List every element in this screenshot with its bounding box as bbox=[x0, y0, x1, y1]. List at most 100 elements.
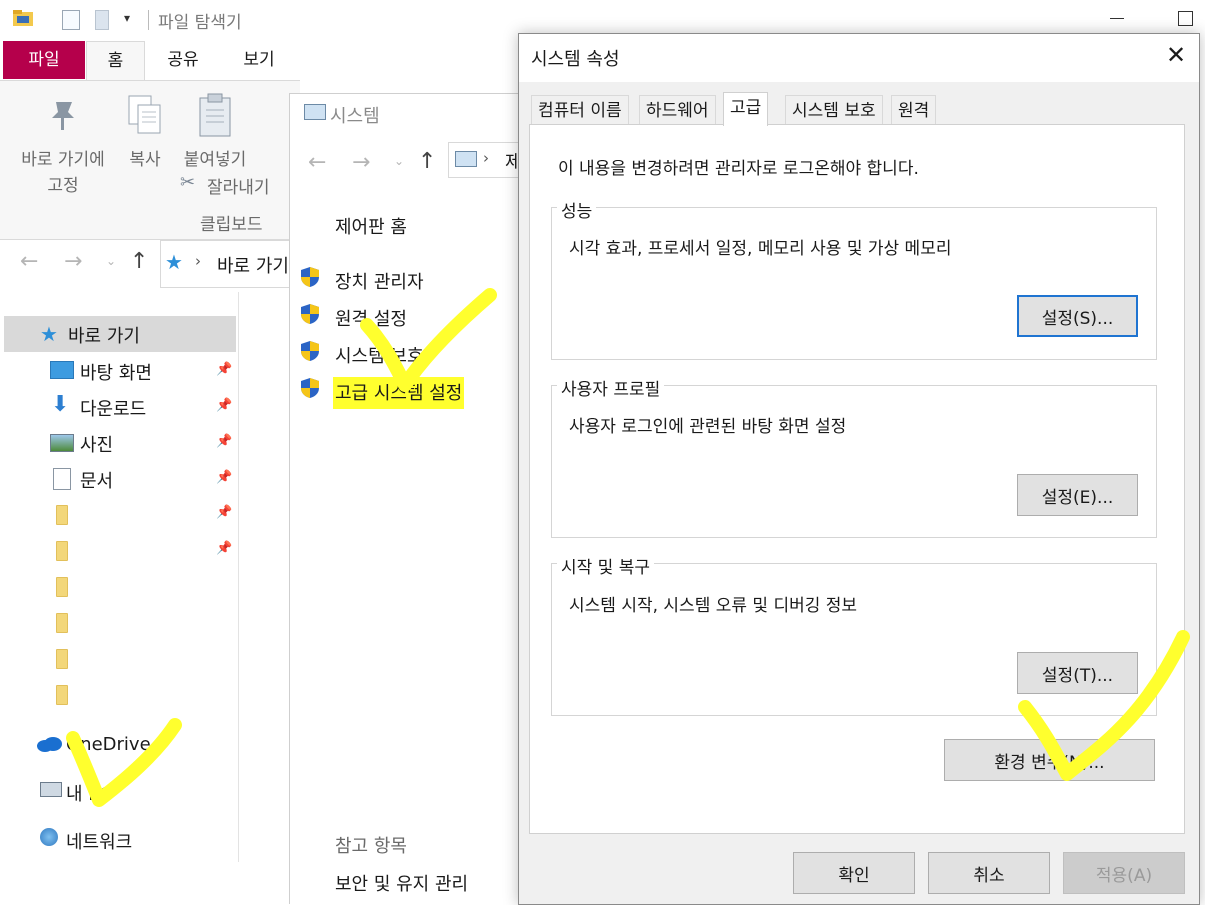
paste-icon bbox=[198, 92, 232, 142]
title-separator bbox=[148, 10, 149, 30]
tree-item-documents[interactable]: 문서 📌 bbox=[48, 464, 236, 494]
quick-access-item[interactable]: ★ 바로 가기 bbox=[4, 316, 236, 352]
uac-shield-icon bbox=[300, 377, 320, 399]
desktop-label: 바탕 화면 bbox=[80, 363, 152, 384]
copy-icon bbox=[127, 94, 163, 140]
system-protection-label: 시스템 보호 bbox=[335, 346, 424, 367]
remote-settings-link[interactable]: 원격 설정 bbox=[300, 303, 500, 331]
folder-icon bbox=[56, 505, 68, 525]
tree-item-network[interactable]: 네트워크 bbox=[36, 824, 236, 854]
tree-item-folder[interactable]: 📌 bbox=[48, 502, 236, 528]
folder-icon[interactable] bbox=[56, 649, 68, 669]
download-arrow-icon: ⬇ bbox=[51, 392, 70, 417]
customize-toolbar-chevron-icon[interactable]: ▾ bbox=[124, 11, 130, 25]
folder-icon bbox=[56, 541, 68, 561]
startup-recovery-title: 시작 및 복구 bbox=[557, 553, 655, 578]
environment-variables-button[interactable]: 환경 변수(N)... bbox=[944, 739, 1155, 781]
pin-quick-access-button[interactable]: 바로 가기에 고정 bbox=[10, 92, 116, 198]
address-text: 바로 가기 bbox=[217, 256, 289, 277]
system-window-title: 시스템 bbox=[330, 106, 380, 127]
control-panel-icon bbox=[455, 151, 477, 167]
nav-pane-divider bbox=[238, 292, 239, 862]
tree-item-folder[interactable]: 📌 bbox=[48, 538, 236, 564]
forward-arrow-icon[interactable]: → bbox=[64, 249, 82, 274]
paste-button[interactable]: 붙여넣기 bbox=[176, 92, 254, 172]
network-icon bbox=[40, 828, 58, 846]
cut-label: 잘라내기 bbox=[207, 178, 270, 198]
pinned-icon: 📌 bbox=[216, 398, 233, 413]
uac-shield-icon bbox=[300, 266, 320, 288]
startup-recovery-desc: 시스템 시작, 시스템 오류 및 디버깅 정보 bbox=[569, 596, 858, 616]
startup-recovery-settings-button[interactable]: 설정(T)... bbox=[1017, 652, 1138, 694]
tab-system-protection[interactable]: 시스템 보호 bbox=[785, 95, 883, 126]
apply-button[interactable]: 적용(A) bbox=[1063, 852, 1185, 894]
tab-remote[interactable]: 원격 bbox=[891, 95, 937, 126]
uac-shield-icon bbox=[300, 340, 320, 362]
cancel-button[interactable]: 취소 bbox=[928, 852, 1050, 894]
back-arrow-icon[interactable]: ← bbox=[20, 249, 38, 274]
tree-item-onedrive[interactable]: OneDrive bbox=[36, 730, 236, 760]
new-folder-quick-icon[interactable] bbox=[95, 10, 109, 30]
security-maintenance-link[interactable]: 보안 및 유지 관리 bbox=[335, 870, 468, 896]
window-title: 파일 탐색기 bbox=[158, 13, 242, 33]
onedrive-label: OneDrive bbox=[66, 734, 151, 755]
folder-icon bbox=[12, 9, 34, 27]
admin-notice: 이 내용을 변경하려면 관리자로 로그온해야 합니다. bbox=[558, 159, 919, 179]
minimize-icon[interactable] bbox=[1110, 18, 1124, 19]
pinned-icon: 📌 bbox=[216, 470, 233, 485]
tab-computer-name[interactable]: 컴퓨터 이름 bbox=[531, 95, 629, 126]
tree-item-pictures[interactable]: 사진 📌 bbox=[48, 428, 236, 458]
tab-file[interactable]: 파일 bbox=[3, 41, 85, 79]
folder-icon[interactable] bbox=[56, 613, 68, 633]
maximize-icon[interactable] bbox=[1178, 11, 1193, 26]
copy-button[interactable]: 복사 bbox=[121, 92, 169, 182]
up-arrow-icon[interactable]: ↑ bbox=[418, 149, 436, 174]
tab-hardware[interactable]: 하드웨어 bbox=[639, 95, 716, 126]
computer-icon bbox=[40, 782, 62, 797]
folder-icon[interactable] bbox=[56, 685, 68, 705]
system-properties-dialog: 시스템 속성 ✕ 컴퓨터 이름 하드웨어 고급 시스템 보호 원격 이 내용을 … bbox=[518, 33, 1200, 905]
back-arrow-icon[interactable]: ← bbox=[308, 150, 326, 175]
paste-label: 붙여넣기 bbox=[183, 150, 247, 170]
user-profiles-desc: 사용자 로그인에 관련된 바탕 화면 설정 bbox=[569, 417, 847, 437]
address-bar[interactable]: ★ › 바로 가기 bbox=[160, 240, 302, 288]
recent-chevron-icon[interactable]: ⌄ bbox=[394, 154, 404, 168]
advanced-system-settings-link[interactable]: 고급 시스템 설정 bbox=[300, 377, 500, 409]
system-window: 시스템 ← → ⌄ ↑ › 제 제어판 홈 장치 관리자 원격 설정 시스템 보… bbox=[289, 93, 540, 904]
close-icon[interactable]: ✕ bbox=[1161, 40, 1191, 70]
scissors-icon: ✂ bbox=[180, 172, 196, 193]
pictures-icon bbox=[50, 434, 74, 452]
star-icon: ★ bbox=[165, 250, 183, 274]
tab-home[interactable]: 홈 bbox=[86, 41, 145, 80]
system-computer-icon bbox=[304, 104, 326, 120]
control-panel-home-link[interactable]: 제어판 홈 bbox=[335, 213, 407, 239]
ok-button[interactable]: 확인 bbox=[793, 852, 915, 894]
pin-icon bbox=[46, 98, 80, 136]
properties-quick-icon[interactable] bbox=[62, 10, 80, 30]
pictures-label: 사진 bbox=[80, 435, 114, 456]
forward-arrow-icon[interactable]: → bbox=[352, 150, 370, 175]
tab-advanced[interactable]: 고급 bbox=[723, 92, 769, 126]
user-profiles-settings-button[interactable]: 설정(E)... bbox=[1017, 474, 1138, 516]
pin-label-line1: 바로 가기에 bbox=[21, 150, 105, 170]
quick-access-star-icon: ★ bbox=[40, 322, 58, 346]
breadcrumb-chevron-icon: › bbox=[483, 149, 489, 167]
device-manager-link[interactable]: 장치 관리자 bbox=[300, 266, 500, 294]
documents-icon bbox=[53, 468, 71, 490]
up-arrow-icon[interactable]: ↑ bbox=[130, 249, 148, 274]
recent-chevron-icon[interactable]: ⌄ bbox=[106, 254, 116, 268]
this-pc-label: 내 PC bbox=[66, 784, 112, 805]
tab-view[interactable]: 보기 bbox=[226, 41, 292, 79]
documents-label: 문서 bbox=[80, 471, 114, 492]
performance-settings-button[interactable]: 설정(S)... bbox=[1017, 295, 1138, 337]
tree-item-downloads[interactable]: ⬇ 다운로드 📌 bbox=[48, 392, 236, 422]
tab-share[interactable]: 공유 bbox=[150, 41, 216, 79]
tree-item-desktop[interactable]: 바탕 화면 📌 bbox=[48, 356, 236, 386]
copy-label: 복사 bbox=[129, 150, 161, 170]
pinned-icon: 📌 bbox=[216, 505, 233, 520]
cut-button[interactable]: ✂ 잘라내기 bbox=[180, 172, 284, 198]
folder-icon[interactable] bbox=[56, 577, 68, 597]
dialog-titlebar bbox=[519, 34, 1199, 82]
system-protection-link[interactable]: 시스템 보호 bbox=[300, 340, 500, 368]
tree-item-this-pc[interactable]: 내 PC bbox=[36, 776, 236, 806]
